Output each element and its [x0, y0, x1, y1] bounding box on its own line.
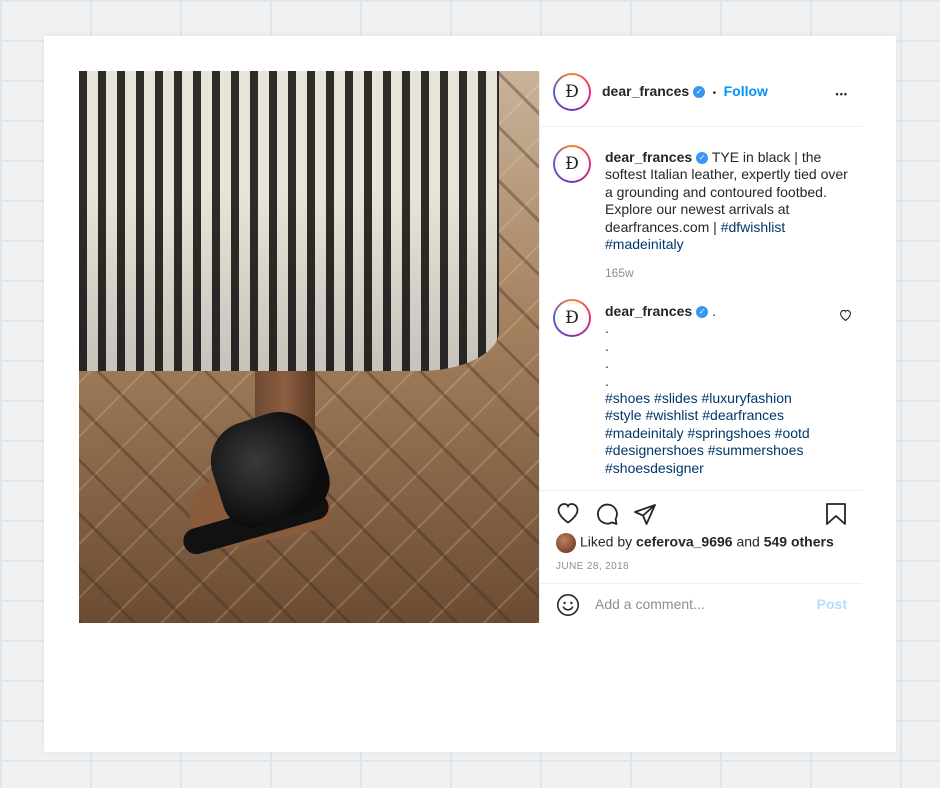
- comment-dot-line: .: [605, 355, 609, 372]
- likes-and-text: and: [736, 533, 760, 550]
- hashtag-line[interactable]: #shoes #slides #luxuryfashion: [605, 390, 855, 407]
- bookmark-icon[interactable]: [825, 502, 851, 528]
- header-avatar[interactable]: Ð: [553, 73, 591, 111]
- more-dots-icon[interactable]: •••: [836, 89, 848, 99]
- comment-dot-line: .: [605, 320, 609, 337]
- verified-badge-icon: ✓: [696, 306, 709, 319]
- post-header: Ð dear_frances ✓ • Follow •••: [540, 71, 862, 127]
- verified-badge-icon: ✓: [696, 152, 709, 165]
- comment-dot-line: .: [605, 337, 609, 354]
- comment-avatar[interactable]: Ð: [553, 299, 591, 337]
- comment-input[interactable]: Add a comment...: [595, 596, 705, 612]
- comment-first-line: .: [712, 303, 716, 319]
- hashtag-line[interactable]: #shoesdesigner: [605, 460, 855, 477]
- hashtag-line[interactable]: #designershoes #summershoes: [605, 442, 855, 459]
- hashtag-link[interactable]: #madeinitaly: [605, 236, 684, 252]
- heart-icon[interactable]: [556, 502, 582, 528]
- comment-username[interactable]: dear_frances: [605, 303, 692, 319]
- post-date: JUNE 28, 2018: [556, 561, 630, 572]
- header-separator: •: [712, 88, 717, 99]
- photo-skirt-shade: [79, 71, 499, 371]
- smiley-icon[interactable]: [556, 593, 580, 622]
- hashtag-line[interactable]: #madeinitaly #springshoes #ootd: [605, 425, 855, 442]
- caption-avatar[interactable]: Ð: [553, 145, 591, 183]
- comment-like-heart-icon[interactable]: [839, 309, 852, 324]
- hashtag-line[interactable]: #style #wishlist #dearfrances: [605, 407, 855, 424]
- comment-item: Ð dear_frances ✓ . . . . . #shoes #slides…: [540, 297, 862, 477]
- header-user-row: dear_frances ✓ • Follow: [602, 83, 768, 101]
- post-comment-button[interactable]: Post: [817, 596, 847, 612]
- likes-summary: Liked by ceferova_9696 and 549 others: [556, 533, 834, 553]
- comment-text: dear_frances ✓ . . . . . #shoes #slides #…: [605, 303, 855, 477]
- avatar-logo: Ð: [557, 303, 587, 333]
- avatar-logo: Ð: [557, 149, 587, 179]
- comment-dot-line: .: [605, 372, 609, 389]
- hashtag-link[interactable]: #dfwishlist: [721, 219, 786, 235]
- comment-icon[interactable]: [595, 502, 621, 528]
- post-side-panel: Ð dear_frances ✓ • Follow ••• Ð dear_fran…: [539, 71, 862, 623]
- liker-avatar[interactable]: [556, 533, 576, 553]
- caption-age: 165w: [605, 266, 634, 280]
- liked-by-user[interactable]: ceferova_9696: [636, 534, 733, 550]
- caption-block: Ð dear_frances ✓ TYE in black | the softe…: [540, 143, 862, 283]
- likes-others-link[interactable]: 549 others: [764, 534, 834, 550]
- liked-by-prefix: Liked by: [580, 533, 633, 550]
- caption-username[interactable]: dear_frances: [605, 149, 692, 165]
- add-comment-bar: Add a comment... Post: [540, 583, 862, 624]
- header-username[interactable]: dear_frances: [602, 83, 689, 99]
- avatar-logo: Ð: [557, 77, 587, 107]
- post-photo[interactable]: [79, 71, 539, 623]
- verified-badge-icon: ✓: [693, 85, 706, 98]
- follow-button[interactable]: Follow: [724, 83, 768, 99]
- caption-text: dear_frances ✓ TYE in black | the softest…: [605, 149, 855, 253]
- paper-plane-icon[interactable]: [633, 502, 659, 528]
- post-actions: Liked by ceferova_9696 and 549 others JU…: [540, 490, 862, 623]
